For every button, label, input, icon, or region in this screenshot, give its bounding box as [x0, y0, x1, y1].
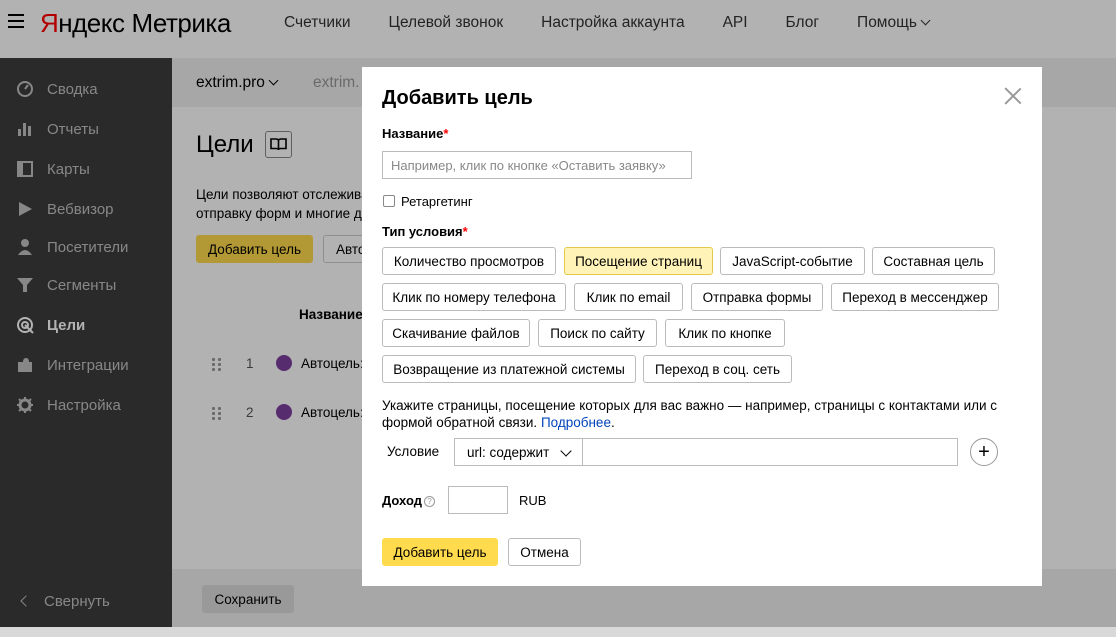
submit-goal-button[interactable]: Добавить цель [382, 538, 498, 566]
type-social-network[interactable]: Переход в соц. сеть [643, 355, 792, 383]
condition-hint: Укажите страницы, посещение которых для … [382, 398, 998, 430]
add-goal-dialog: Добавить цель Название* Ретаргетинг Тип … [362, 67, 1042, 586]
help-icon[interactable]: ? [423, 496, 435, 508]
goal-name-input[interactable] [382, 151, 692, 179]
condition-operator-select[interactable]: url: содержит [454, 438, 582, 466]
retargeting-label[interactable]: Ретаргетинг [401, 194, 473, 209]
condition-type-label: Тип условия* [382, 224, 468, 239]
type-site-search[interactable]: Поиск по сайту [538, 319, 657, 347]
retargeting-checkbox[interactable] [383, 195, 395, 207]
income-label: Доход? [382, 493, 435, 508]
type-payment-return[interactable]: Возвращение из платежной системы [382, 355, 636, 383]
type-email-click[interactable]: Клик по email [574, 283, 683, 311]
condition-value-input[interactable] [582, 438, 958, 466]
bottom-strip [0, 627, 1116, 637]
name-label: Название* [382, 126, 449, 141]
type-messenger[interactable]: Переход в мессенджер [831, 283, 999, 311]
type-page-visit[interactable]: Посещение страниц [564, 247, 713, 275]
type-views-count[interactable]: Количество просмотров [382, 247, 556, 275]
dialog-title: Добавить цель [382, 87, 533, 109]
type-form-submit[interactable]: Отправка формы [691, 283, 823, 311]
income-input[interactable] [448, 486, 508, 514]
add-condition-icon[interactable]: + [970, 438, 998, 466]
type-composite-goal[interactable]: Составная цель [872, 247, 995, 275]
type-phone-click[interactable]: Клик по номеру телефона [382, 283, 566, 311]
type-file-download[interactable]: Скачивание файлов [382, 319, 530, 347]
currency-label: RUB [519, 493, 547, 508]
condition-label: Условие [387, 444, 440, 459]
chevron-down-icon [560, 445, 572, 457]
type-js-event[interactable]: JavaScript-событие [720, 247, 865, 275]
type-button-click[interactable]: Клик по кнопке [665, 319, 785, 347]
close-icon[interactable] [1004, 87, 1022, 105]
cancel-button[interactable]: Отмена [508, 538, 581, 566]
more-link[interactable]: Подробнее [541, 415, 611, 430]
